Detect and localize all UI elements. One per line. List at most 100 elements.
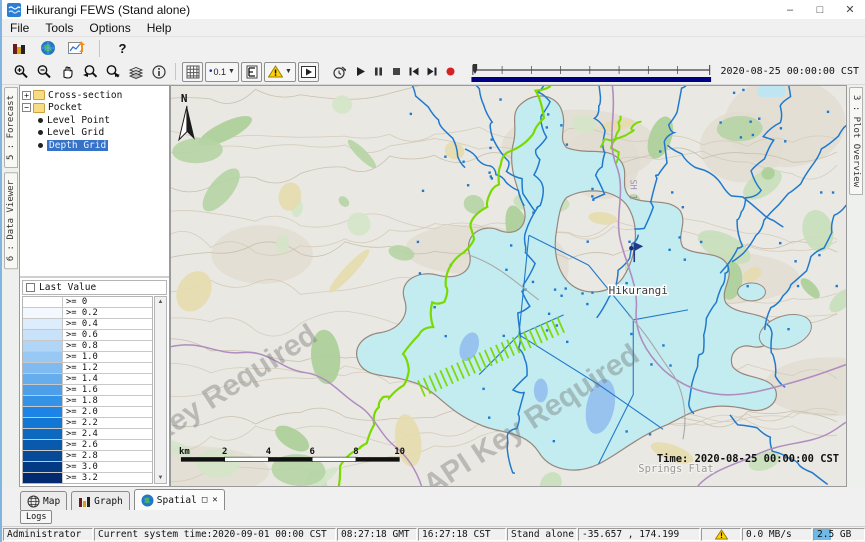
precision-value: 0.1 — [214, 67, 227, 77]
tree-item-level-grid[interactable]: Level Grid — [22, 127, 167, 140]
tab-label: Map — [43, 496, 60, 507]
scroll-down-icon[interactable]: ▼ — [158, 473, 164, 483]
spatial-map[interactable]: Hikurangi Springs Flat SH 1 API Key Requ… — [170, 85, 847, 487]
help-icon[interactable]: ? — [112, 38, 133, 58]
database-icon[interactable] — [8, 38, 29, 58]
maximize-button[interactable]: □ — [805, 0, 835, 19]
tree-item-label: Cross-section — [48, 90, 122, 101]
legend-threshold-label: >= 1.0 — [63, 352, 98, 362]
grid-display-icon[interactable] — [182, 62, 203, 82]
status-warning[interactable] — [701, 528, 741, 541]
legend-color-swatch — [23, 451, 63, 461]
menu-options[interactable]: Options — [81, 21, 138, 35]
tab-data-viewer[interactable]: 6 : Data Viewer — [4, 172, 18, 269]
zoom-in-icon[interactable] — [10, 62, 31, 82]
status-memory: 2.5 GB — [813, 528, 865, 541]
play-button[interactable] — [352, 62, 368, 82]
status-gmt-time: 08:27:18 GMT — [337, 528, 417, 541]
warning-dropdown[interactable]: ▼ — [264, 62, 296, 82]
status-mode: Stand alone — [507, 528, 577, 541]
legend-row[interactable]: >= 0.4 — [23, 319, 152, 330]
legend-row[interactable]: >= 3.0 — [23, 462, 152, 473]
legend-color-swatch — [23, 462, 63, 472]
svg-text:km: km — [179, 447, 190, 457]
legend-color-swatch — [23, 418, 63, 428]
time-slider[interactable] — [470, 62, 713, 82]
pause-button[interactable] — [370, 62, 386, 82]
blue-globe-icon — [141, 494, 154, 507]
legend-row[interactable]: >= 2.2 — [23, 418, 152, 429]
tab-close-icon[interactable]: ✕ — [212, 495, 217, 505]
layers-icon[interactable] — [125, 62, 146, 82]
legend-color-swatch — [23, 308, 63, 318]
town-label: Hikurangi — [609, 284, 668, 297]
tree-item-cross-section[interactable]: + Cross-section — [22, 89, 167, 102]
stop-button[interactable] — [388, 62, 404, 82]
legend-threshold-label: >= 2.4 — [63, 429, 98, 439]
tab-graph[interactable]: Graph — [71, 491, 130, 510]
scalebar-toggle-icon[interactable] — [241, 62, 262, 82]
legend-row[interactable]: >= 2.4 — [23, 429, 152, 440]
scroll-up-icon[interactable]: ▲ — [158, 297, 164, 307]
svg-text:10: 10 — [394, 447, 405, 457]
expand-icon[interactable]: + — [22, 91, 31, 100]
animation-movie-icon[interactable] — [298, 62, 319, 82]
tab-forecast[interactable]: 5 : Forecast — [4, 87, 18, 168]
skip-to-start-button[interactable] — [406, 62, 422, 82]
menu-help[interactable]: Help — [139, 21, 180, 35]
legend-row[interactable]: >= 0.2 — [23, 308, 152, 319]
right-dock-tabs: 3 : Plot Overview — [847, 85, 865, 487]
bullet-icon — [38, 118, 43, 123]
legend-row[interactable]: >= 3.2 — [23, 473, 152, 483]
legend-row[interactable]: >= 1.4 — [23, 374, 152, 385]
tab-map[interactable]: Map — [20, 491, 67, 510]
chart-display-icon[interactable] — [66, 38, 87, 58]
time-slider-range-bar — [471, 77, 711, 82]
decimal-precision-dropdown[interactable]: • 0.1 ▼ — [205, 62, 239, 82]
tab-plot-overview[interactable]: 3 : Plot Overview — [849, 87, 863, 195]
legend-row[interactable]: >= 2.6 — [23, 440, 152, 451]
collapse-icon[interactable]: − — [22, 103, 31, 112]
globe-icon[interactable] — [37, 38, 58, 58]
zoom-previous-icon[interactable] — [79, 62, 100, 82]
legend-row[interactable]: >= 1.0 — [23, 352, 152, 363]
menu-file[interactable]: File — [2, 21, 37, 35]
legend-row[interactable]: >= 1.2 — [23, 363, 152, 374]
record-button[interactable] — [442, 62, 458, 82]
data-viewer-panel: + Cross-section − Pocket Level Point Lev… — [19, 85, 170, 487]
legend-row[interactable]: >= 2.0 — [23, 407, 152, 418]
legend-row[interactable]: >= 0.8 — [23, 341, 152, 352]
skip-to-end-button[interactable] — [424, 62, 440, 82]
zoom-next-icon[interactable] — [102, 62, 123, 82]
animation-timer-icon[interactable] — [329, 62, 350, 82]
legend-color-swatch — [23, 363, 63, 373]
legend-threshold-label: >= 1.6 — [63, 385, 98, 395]
last-value-checkbox[interactable] — [26, 283, 35, 292]
legend-threshold-label: >= 0 — [63, 297, 87, 307]
menu-tools[interactable]: Tools — [37, 21, 81, 35]
legend-color-swatch — [23, 297, 63, 307]
toolbar-separator — [99, 40, 100, 57]
legend-row[interactable]: >= 1.6 — [23, 385, 152, 396]
minimize-button[interactable]: – — [775, 0, 805, 19]
logs-button[interactable]: Logs — [20, 510, 52, 524]
legend-threshold-label: >= 3.0 — [63, 462, 98, 472]
tab-spatial[interactable]: Spatial □ ✕ — [134, 489, 225, 510]
legend-threshold-label: >= 0.8 — [63, 341, 98, 351]
tree-item-pocket[interactable]: − Pocket — [22, 102, 167, 115]
tree-item-level-point[interactable]: Level Point — [22, 114, 167, 127]
logs-row: Logs — [2, 510, 865, 526]
legend-threshold-label: >= 0.6 — [63, 330, 98, 340]
pan-hand-icon[interactable] — [56, 62, 77, 82]
zoom-out-icon[interactable] — [33, 62, 54, 82]
tab-restore-icon[interactable]: □ — [202, 495, 207, 505]
legend-scrollbar[interactable]: ▲ ▼ — [154, 296, 167, 484]
legend-row[interactable]: >= 0.6 — [23, 330, 152, 341]
legend-row[interactable]: >= 0 — [23, 297, 152, 308]
tree-item-depth-grid-selected[interactable]: Depth Grid — [22, 139, 167, 152]
legend-row[interactable]: >= 2.8 — [23, 451, 152, 462]
close-button[interactable]: ✕ — [835, 0, 865, 19]
time-slider-thumb[interactable] — [473, 64, 477, 74]
legend-row[interactable]: >= 1.8 — [23, 396, 152, 407]
info-icon[interactable] — [148, 62, 169, 82]
